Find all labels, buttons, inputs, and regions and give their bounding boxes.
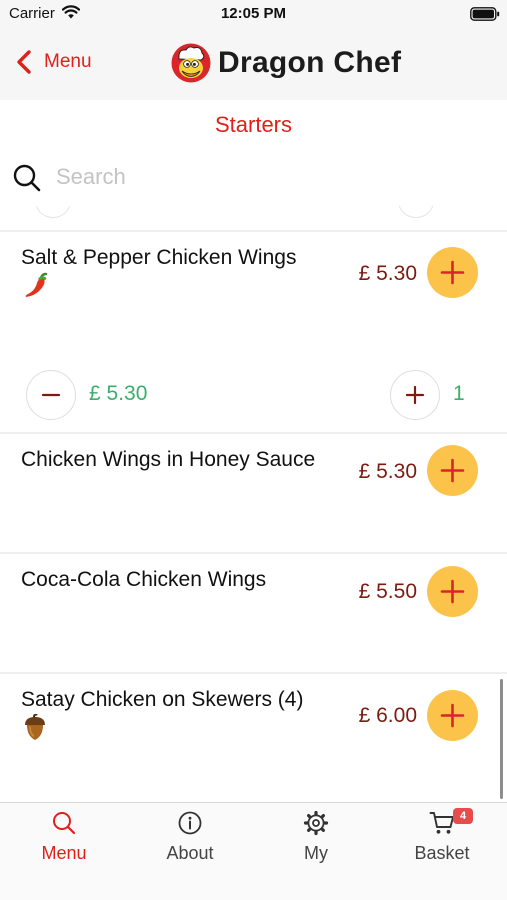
quantity-stepper: £ 5.30 1 xyxy=(0,370,507,422)
item-list: Salt & Pepper Chicken Wings £ 5.30 £ 5.3… xyxy=(0,206,507,802)
plus-icon xyxy=(440,703,465,728)
tab-label: Menu xyxy=(41,843,87,863)
add-to-basket-button[interactable] xyxy=(427,247,478,298)
item-name: Satay Chicken on Skewers (4) xyxy=(21,688,304,711)
item-price: £ 5.50 xyxy=(358,580,417,603)
screen: Carrier 12:05 PM Menu Dragon Chef Starte… xyxy=(0,0,507,900)
status-time: 12:05 PM xyxy=(220,5,287,22)
partial-minus-button[interactable] xyxy=(35,206,71,218)
tab-label: Basket xyxy=(414,843,470,863)
tab-bar: Menu About My 4 Basket xyxy=(0,802,507,900)
plus-icon xyxy=(440,260,465,285)
item-subtotal: £ 5.30 xyxy=(89,382,148,405)
item-name: Salt & Pepper Chicken Wings xyxy=(21,246,297,269)
cart-icon xyxy=(429,812,454,834)
chevron-left-icon xyxy=(17,50,31,74)
list-item[interactable]: Salt & Pepper Chicken Wings £ 5.30 £ 5.3… xyxy=(0,232,507,432)
basket-count-badge: 4 xyxy=(453,808,473,824)
tab-basket[interactable]: 4 Basket xyxy=(379,803,505,873)
increase-quantity-button[interactable] xyxy=(390,370,440,420)
scrollbar[interactable] xyxy=(500,679,503,799)
add-to-basket-button[interactable] xyxy=(427,566,478,617)
item-name: Chicken Wings in Honey Sauce xyxy=(21,448,316,471)
search-input[interactable] xyxy=(56,158,476,196)
nav-bar: Menu Dragon Chef xyxy=(0,26,507,100)
list-item[interactable]: Coca-Cola Chicken Wings £ 5.50 xyxy=(0,554,507,672)
decrease-quantity-button[interactable] xyxy=(26,370,76,420)
add-to-basket-button[interactable] xyxy=(427,445,478,496)
plus-icon xyxy=(405,385,425,405)
list-item[interactable]: Chicken Wings in Honey Sauce £ 5.30 xyxy=(0,434,507,552)
list-item[interactable]: Satay Chicken on Skewers (4) £ 6.00 xyxy=(0,674,507,802)
search-icon xyxy=(53,812,76,835)
status-bar: Carrier 12:05 PM xyxy=(0,0,507,26)
item-quantity: 1 xyxy=(453,382,465,405)
info-icon xyxy=(178,811,202,835)
chili-pepper-icon xyxy=(25,272,48,297)
search-bar xyxy=(0,150,507,206)
tab-menu[interactable]: Menu xyxy=(1,803,127,873)
back-label: Menu xyxy=(44,51,92,72)
item-name: Coca-Cola Chicken Wings xyxy=(21,568,267,591)
tab-label: About xyxy=(166,843,214,863)
acorn-icon xyxy=(25,714,45,740)
minus-icon xyxy=(41,393,61,397)
search-icon xyxy=(13,164,41,192)
item-price: £ 5.30 xyxy=(358,460,417,483)
app-title: Dragon Chef xyxy=(218,46,402,79)
tab-about[interactable]: About xyxy=(127,803,253,873)
back-button[interactable]: Menu xyxy=(14,46,92,78)
item-price: £ 5.30 xyxy=(358,262,417,285)
plus-icon xyxy=(440,579,465,604)
item-price: £ 6.00 xyxy=(358,704,417,727)
tab-label: My xyxy=(304,843,328,863)
brand: Dragon Chef xyxy=(170,42,401,84)
page-title: Starters xyxy=(214,112,293,137)
partial-plus-button[interactable] xyxy=(398,206,434,218)
chef-duck-logo-icon xyxy=(171,43,211,83)
battery-icon xyxy=(470,7,500,21)
gear-icon xyxy=(303,810,329,836)
add-to-basket-button[interactable] xyxy=(427,690,478,741)
tab-my[interactable]: My xyxy=(253,803,379,873)
plus-icon xyxy=(440,458,465,483)
